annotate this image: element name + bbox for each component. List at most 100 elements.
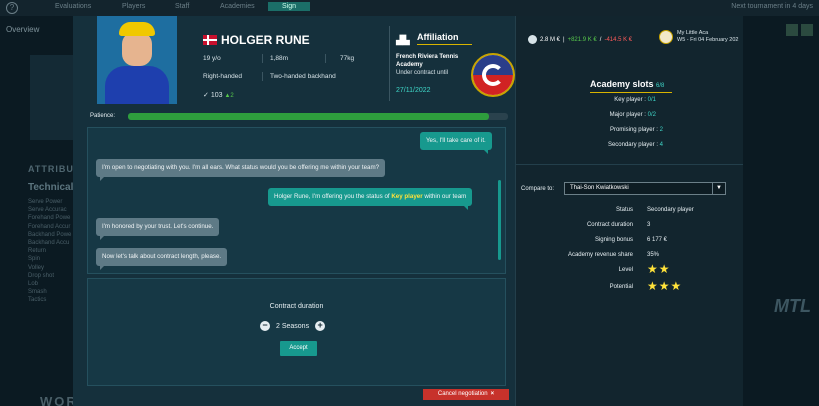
slot-label: Secondary player : (607, 142, 658, 148)
bg-tab-sign: Sign (268, 2, 311, 11)
club-info-text: My Little Aca W5 - Fri 04 February 202 (677, 30, 738, 44)
bg-icon (786, 24, 798, 36)
affiliation-contract-text: Under contract until (396, 70, 449, 76)
chat-scrollbar[interactable] (498, 180, 501, 260)
bg-tab-players: Players (122, 3, 146, 10)
contract-duration-title: Contract duration (269, 303, 324, 310)
bg-attribute: Serve Accurac (28, 207, 67, 214)
player-weight: 77kg (340, 55, 355, 62)
compare-selected-value: Thai-Son Kwiatkowski (570, 185, 629, 191)
affiliation-info: French Riviera Tennis Academy Under cont… (396, 53, 476, 77)
academy-slots-title: Academy slots 6/8 (590, 79, 664, 89)
compare-value: Secondary player (647, 207, 694, 213)
club-date: W5 - Fri 04 February 202 (677, 37, 739, 43)
patience-bar (128, 113, 508, 120)
patience-bar-fill (128, 113, 489, 120)
right-panel-separator (515, 164, 743, 165)
background-topbar: ? Evaluations Players Staff Academies Si… (0, 0, 819, 16)
coins-icon (528, 35, 537, 44)
bg-overview-tab: Overview (6, 25, 40, 34)
club-info: My Little Aca W5 - Fri 04 February 202 (659, 30, 738, 44)
contract-duration-stepper: − 2 Seasons + (260, 321, 326, 331)
player-photo (97, 16, 177, 104)
bg-attribute: Forehand Accur (28, 223, 71, 230)
cancel-negotiation-label: Cancel negotiation (437, 391, 488, 397)
slot-row-promising: Promising player : 2 (560, 127, 663, 133)
chat-text: within our team (422, 193, 467, 200)
player-rating: ✓ 103 ▲2 (203, 91, 234, 99)
compare-key: Contract duration (586, 222, 633, 228)
bg-attribute: Smash (28, 289, 47, 296)
decrease-duration-button[interactable]: − (260, 321, 270, 331)
contract-duration-value: 2 Seasons (276, 322, 310, 330)
finance-separator: | (563, 36, 565, 43)
club-badge-icon (659, 30, 673, 44)
patience-label: Patience: (90, 113, 116, 119)
bg-attribute: Backhand Accu (28, 240, 70, 247)
player-age: 19 y/o (203, 55, 221, 62)
compare-value: 3 (647, 222, 651, 228)
club-name: My Little Aca (677, 30, 709, 36)
bg-attribute: Volley (28, 264, 45, 271)
compare-player-select[interactable]: Thai-Son Kwiatkowski ▼ (564, 182, 726, 195)
compare-label: Compare to: (521, 186, 555, 192)
potential-label: Potential (609, 284, 633, 290)
divider (262, 72, 263, 81)
bg-right-icons (786, 24, 813, 36)
chat-message-them: I'm open to negotiating with you. I'm al… (96, 159, 386, 181)
rating-value: 103 (210, 92, 223, 99)
slot-value: 4 (659, 142, 663, 148)
level-stars-icon: ★★ (647, 262, 671, 276)
affiliation-underline (417, 44, 472, 45)
chat-highlight: Key player (391, 193, 423, 200)
academy-slots-underline (590, 92, 672, 93)
chat-text: Holger Rune, I'm offering you the status… (274, 193, 392, 200)
finance-separator: / (599, 36, 602, 43)
bg-attribute: Return (28, 248, 47, 255)
contract-panel: Contract duration − 2 Seasons + Accept (87, 278, 506, 386)
affiliation-title: Affiliation (417, 32, 459, 42)
slot-value: 2 (659, 127, 663, 133)
chevron-down-icon: ▼ (712, 183, 725, 194)
divider (262, 54, 263, 63)
rating-delta: 2 (230, 93, 234, 99)
help-icon: ? (6, 2, 18, 14)
increase-duration-button[interactable]: + (315, 321, 326, 331)
bg-tab-staff: Staff (175, 3, 190, 10)
player-handedness: Right-handed (203, 73, 243, 80)
bg-next-tournament: Next tournament in 4 days (731, 3, 813, 10)
divider (325, 54, 326, 63)
compare-key: Signing bonus (594, 237, 633, 243)
slot-row-major: Major player : 0/2 (560, 112, 656, 118)
bg-icon (801, 24, 813, 36)
player-backhand: Two-handed backhand (270, 73, 336, 80)
finance-summary: 2.8 M € | +821.9 K € / -414.5 K € (528, 35, 632, 44)
affiliation-divider (389, 26, 390, 101)
bg-tab-evaluations: Evaluations (55, 3, 92, 10)
bg-attribute: Lob (28, 281, 39, 288)
cancel-negotiation-button[interactable]: Cancel negotiation × (423, 389, 509, 400)
finance-income: +821.9 K € (567, 36, 597, 43)
close-icon: × (490, 391, 495, 397)
player-name: HOLGER RUNE (221, 33, 310, 47)
compare-key: Status (615, 207, 633, 213)
accept-button[interactable]: Accept (280, 341, 317, 356)
affiliation-academy: French Riviera Tennis Academy (396, 54, 459, 68)
bg-attribute: Serve Power (28, 199, 63, 205)
rating-icon: ✓ (203, 92, 211, 99)
player-height: 1,88m (270, 55, 289, 62)
academy-logo-icon (471, 53, 515, 97)
bg-attribute: Spin (28, 256, 41, 263)
compare-key: Academy revenue share (567, 252, 633, 258)
slot-label: Promising player : (609, 127, 658, 133)
affiliation-contract-date: 27/11/2022 (396, 87, 431, 94)
slot-value: 0/1 (647, 97, 656, 103)
slot-label: Major player : (609, 112, 646, 118)
bg-technical-heading: Technical (28, 182, 74, 193)
negotiation-chat: Yes, I'll take care of it. I'm open to n… (87, 127, 506, 274)
bg-attribute: Tactics (28, 297, 47, 304)
slot-value: 0/2 (647, 112, 656, 118)
chat-message-them: Now let's talk about contract length, pl… (96, 248, 228, 270)
slot-row-secondary: Secondary player : 4 (560, 142, 663, 148)
bg-attribute-list: Serve Power Serve Accurac Forehand Powe … (28, 198, 71, 305)
